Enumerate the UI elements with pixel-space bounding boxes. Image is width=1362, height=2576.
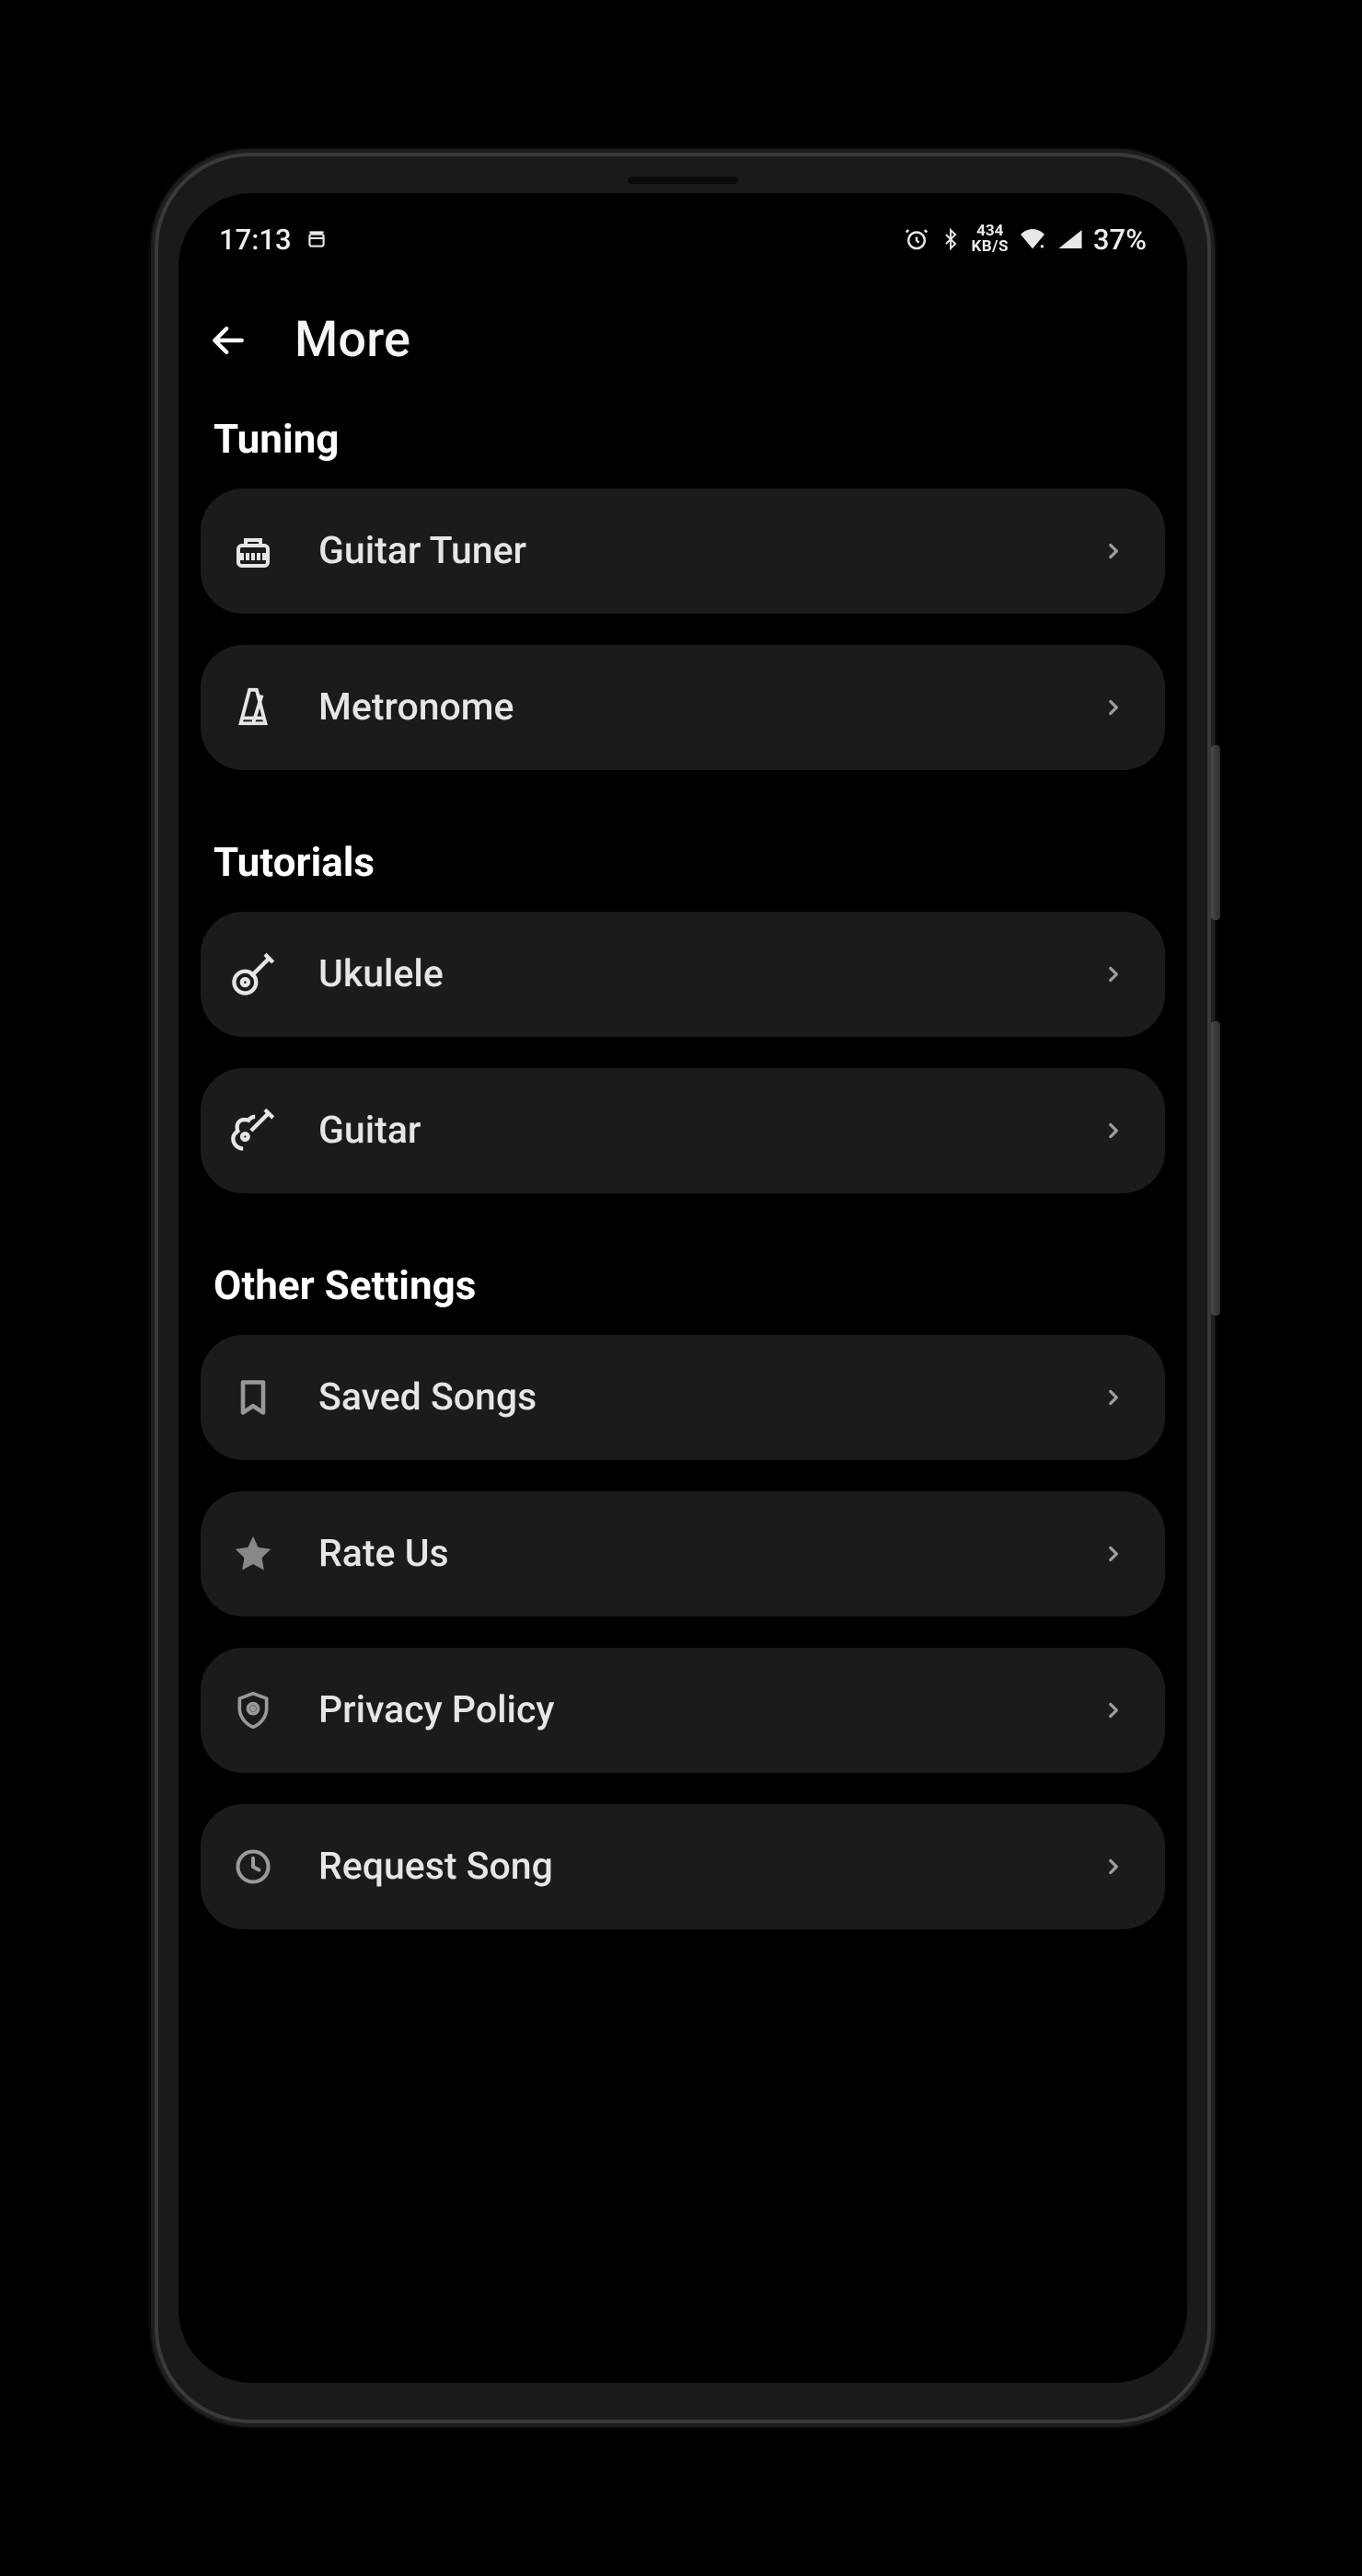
list-item-guitar[interactable]: Guitar	[201, 1068, 1165, 1193]
guitar-icon	[228, 1106, 278, 1156]
chevron-right-icon	[1097, 1537, 1130, 1570]
list-item-saved-songs[interactable]: Saved Songs	[201, 1335, 1165, 1460]
section-title-other-settings: Other Settings	[201, 1225, 1165, 1335]
list-item-request-song[interactable]: Request Song	[201, 1804, 1165, 1929]
list-item-label: Ukulele	[318, 952, 1097, 996]
list-item-guitar-tuner[interactable]: Guitar Tuner	[201, 489, 1165, 614]
list-item-label: Privacy Policy	[318, 1688, 1097, 1732]
list-item-label: Saved Songs	[318, 1375, 1097, 1420]
list-item-rate-us[interactable]: Rate Us	[201, 1491, 1165, 1616]
phone-speaker	[628, 177, 738, 184]
status-bar: 17:13 434 KB/S	[179, 193, 1187, 285]
screen: 17:13 434 KB/S	[179, 193, 1187, 2383]
stage: 17:13 434 KB/S	[0, 0, 1362, 2576]
bookmark-icon	[228, 1373, 278, 1422]
section-title-tutorials: Tutorials	[201, 801, 1165, 912]
cell-signal-icon	[1056, 227, 1084, 251]
bluetooth-icon	[940, 225, 962, 253]
arrow-left-icon	[208, 320, 248, 361]
shield-icon	[228, 1685, 278, 1735]
chevron-right-icon	[1097, 691, 1130, 724]
chevron-right-icon	[1097, 1850, 1130, 1883]
list-item-label: Guitar	[318, 1109, 1097, 1153]
list-item-privacy-policy[interactable]: Privacy Policy	[201, 1648, 1165, 1773]
chevron-right-icon	[1097, 958, 1130, 991]
phone-side-button-top	[1211, 745, 1220, 920]
tuner-icon	[228, 526, 278, 576]
clock-icon	[228, 1842, 278, 1892]
metronome-icon	[228, 683, 278, 732]
list-item-label: Metronome	[318, 685, 1097, 730]
status-time: 17:13	[219, 223, 292, 257]
list-item-ukulele[interactable]: Ukulele	[201, 912, 1165, 1037]
chevron-right-icon	[1097, 535, 1130, 568]
chevron-right-icon	[1097, 1694, 1130, 1727]
wifi-icon	[1018, 227, 1047, 251]
section-title-tuning: Tuning	[201, 415, 1165, 489]
status-right: 434 KB/S 37%	[903, 223, 1147, 257]
list-item-metronome[interactable]: Metronome	[201, 645, 1165, 770]
network-speed: 434 KB/S	[971, 224, 1008, 255]
status-app-icon	[305, 227, 329, 251]
page-title: More	[294, 311, 410, 369]
network-speed-unit: KB/S	[971, 239, 1008, 255]
list-item-label: Guitar Tuner	[318, 529, 1097, 573]
content: Tuning Guitar Tuner Metronome	[179, 415, 1187, 1929]
chevron-right-icon	[1097, 1381, 1130, 1414]
list-item-label: Request Song	[318, 1845, 1097, 1889]
phone-frame: 17:13 434 KB/S	[158, 156, 1207, 2420]
app-header: More	[179, 285, 1187, 415]
status-left: 17:13	[219, 223, 329, 257]
back-button[interactable]	[206, 318, 250, 362]
phone-side-button-bottom	[1211, 1021, 1220, 1316]
battery-text: 37%	[1093, 223, 1147, 257]
ukulele-icon	[228, 949, 278, 999]
chevron-right-icon	[1097, 1114, 1130, 1147]
alarm-icon	[903, 225, 930, 253]
list-item-label: Rate Us	[318, 1532, 1097, 1576]
star-icon	[228, 1529, 278, 1579]
